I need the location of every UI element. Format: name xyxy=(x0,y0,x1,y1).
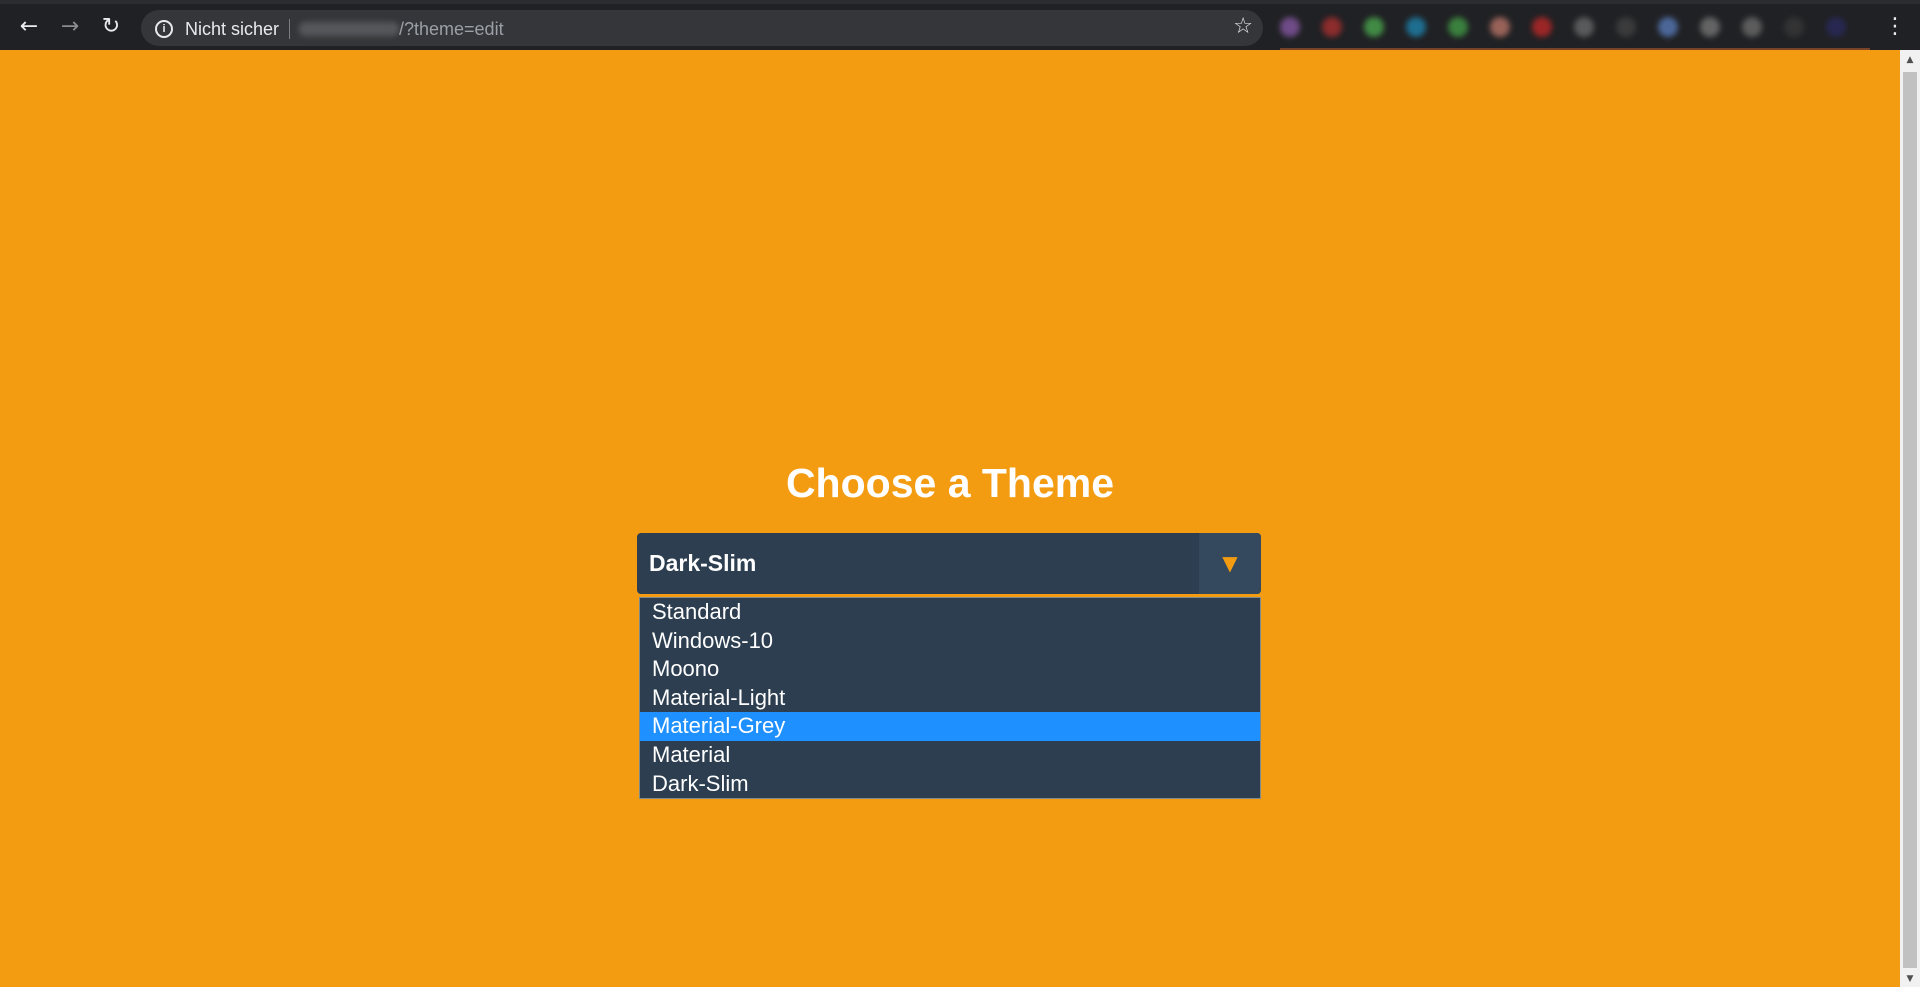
scrollbar-thumb[interactable] xyxy=(1903,72,1917,968)
page-title: Choose a Theme xyxy=(785,460,1115,506)
extensions-area xyxy=(1280,14,1870,40)
theme-option-material[interactable]: Material xyxy=(640,741,1260,770)
reload-icon[interactable]: ↻ xyxy=(96,12,126,42)
extensions-underline xyxy=(1280,48,1870,50)
page-scrollbar[interactable]: ▲ ▼ xyxy=(1900,50,1920,987)
dropdown-arrow-icon: ▼ xyxy=(1222,551,1238,575)
forward-arrow-icon[interactable]: → xyxy=(55,12,85,42)
scroll-down-arrow-icon[interactable]: ▼ xyxy=(1900,971,1920,987)
theme-option-material-light[interactable]: Material-Light xyxy=(640,684,1260,713)
theme-option-dark-slim[interactable]: Dark-Slim xyxy=(640,770,1260,799)
address-separator xyxy=(289,19,290,39)
theme-select[interactable]: Dark-Slim ▼ xyxy=(637,533,1261,594)
theme-option-moono[interactable]: Moono xyxy=(640,655,1260,684)
bookmark-star-icon[interactable]: ☆ xyxy=(1233,14,1253,39)
theme-select-toggle[interactable]: ▼ xyxy=(1199,533,1261,594)
theme-option-material-grey[interactable]: Material-Grey xyxy=(640,712,1260,741)
theme-option-windows-10[interactable]: Windows-10 xyxy=(640,627,1260,656)
url-path[interactable]: /?theme=edit xyxy=(399,19,504,40)
blurred-hostname xyxy=(299,22,399,36)
theme-option-standard[interactable]: Standard xyxy=(640,598,1260,627)
browser-menu-icon[interactable]: ⋮ xyxy=(1884,12,1906,42)
theme-select-value: Dark-Slim xyxy=(649,550,757,576)
back-arrow-icon[interactable]: ← xyxy=(14,12,44,42)
security-label[interactable]: Nicht sicher xyxy=(185,19,279,40)
theme-options-list: Standard Windows-10 Moono Material-Light… xyxy=(639,597,1261,799)
info-icon[interactable]: i xyxy=(155,20,173,38)
browser-toolbar: ← → ↻ i Nicht sicher /?theme=edit ☆ ⋮ xyxy=(0,0,1920,50)
address-bar[interactable]: i Nicht sicher /?theme=edit ☆ xyxy=(141,10,1263,46)
scroll-up-arrow-icon[interactable]: ▲ xyxy=(1900,52,1920,68)
